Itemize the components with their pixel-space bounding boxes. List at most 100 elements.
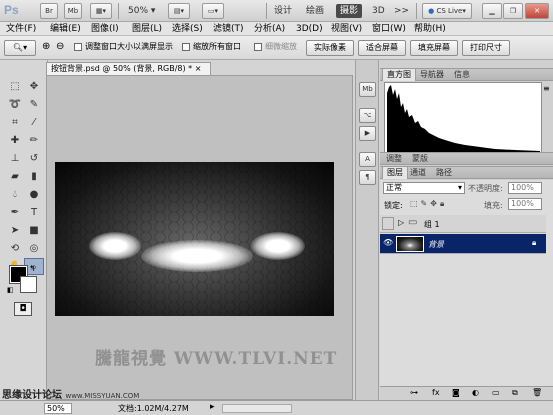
3d-rotate-tool-icon[interactable]: ⟲ xyxy=(5,240,25,257)
document-image[interactable] xyxy=(55,162,334,316)
restore-button[interactable]: ❐ xyxy=(503,3,523,19)
shape-tool-icon[interactable]: ■ xyxy=(24,222,44,239)
panel-menu-icon[interactable]: ≡ xyxy=(543,84,550,93)
tab-info[interactable]: 信息 xyxy=(450,69,474,81)
background-color-swatch[interactable] xyxy=(20,276,37,293)
arrange-documents-button[interactable]: ▤▾ xyxy=(168,3,190,19)
minimize-button[interactable]: ▁ xyxy=(482,3,502,19)
menu-edit[interactable]: 编辑(E) xyxy=(50,22,81,36)
zoom-icon: 🔍︎▾ xyxy=(12,43,28,52)
document-size: 文档:1.02M/4.27M xyxy=(118,404,189,413)
opacity-field[interactable]: 100% xyxy=(508,182,542,194)
lock-icon: 🔒︎ xyxy=(532,238,537,247)
menu-analysis[interactable]: 分析(A) xyxy=(254,22,285,36)
quick-select-tool-icon[interactable]: ✎ xyxy=(24,96,44,113)
scrubby-zoom-checkbox[interactable] xyxy=(254,43,262,51)
menu-image[interactable]: 图像(I) xyxy=(91,22,119,36)
workspace-painting[interactable]: 绘画 xyxy=(306,4,324,18)
type-tool-icon[interactable]: T xyxy=(24,204,44,221)
pen-tool-icon[interactable]: ✒ xyxy=(5,204,25,221)
tab-channels[interactable]: 通道 xyxy=(406,167,430,179)
move-tool-icon[interactable]: ✥ xyxy=(24,78,44,95)
clone-stamp-tool-icon[interactable]: ⊥ xyxy=(5,150,25,167)
visibility-toggle[interactable] xyxy=(382,217,394,230)
new-group-icon[interactable]: ▭ xyxy=(492,388,500,397)
layer-row[interactable]: ▷ ▭ 组 1 xyxy=(380,215,546,233)
cs-live-button[interactable]: ● CS Live▾ xyxy=(422,3,472,19)
bridge-button[interactable]: Br xyxy=(40,3,58,19)
new-layer-icon[interactable]: ⧉ xyxy=(512,388,518,398)
tab-histogram[interactable]: 直方图 xyxy=(382,69,416,81)
actual-pixels-button[interactable]: 实际像素 xyxy=(306,40,354,56)
brush-tool-icon[interactable]: ✏ xyxy=(24,132,44,149)
close-button[interactable]: ✕ xyxy=(525,3,549,19)
character-panel-icon[interactable]: A xyxy=(359,152,376,167)
workspace-3d[interactable]: 3D xyxy=(372,4,385,18)
healing-brush-tool-icon[interactable]: ✚ xyxy=(5,132,25,149)
default-colors-icon[interactable]: ◧ xyxy=(7,286,14,294)
menu-window[interactable]: 窗口(W) xyxy=(372,22,406,36)
zoom-out-icon[interactable]: ⊖ xyxy=(56,41,64,52)
menu-layer[interactable]: 图层(L) xyxy=(132,22,162,36)
tool-preset-picker[interactable]: 🔍︎▾ xyxy=(4,40,36,56)
menu-filter[interactable]: 滤镜(T) xyxy=(213,22,244,36)
lasso-tool-icon[interactable]: ➰ xyxy=(5,96,25,113)
history-panel-icon[interactable]: ⌥ xyxy=(359,108,376,123)
menu-3d[interactable]: 3D(D) xyxy=(296,22,323,36)
resize-windows-checkbox[interactable] xyxy=(74,43,82,51)
canvas-area[interactable]: 騰龍視覺 WWW.TLVI.NET xyxy=(46,75,353,400)
horizontal-scrollbar[interactable] xyxy=(222,404,292,413)
fill-screen-button[interactable]: 填充屏幕 xyxy=(410,40,458,56)
menu-file[interactable]: 文件(F) xyxy=(6,22,36,36)
menu-view[interactable]: 视图(V) xyxy=(331,22,362,36)
eyedropper-tool-icon[interactable]: ⁄ xyxy=(24,114,44,131)
fit-screen-button[interactable]: 适合屏幕 xyxy=(358,40,406,56)
menu-help[interactable]: 帮助(H) xyxy=(414,22,446,36)
actions-panel-icon[interactable]: ▶ xyxy=(359,126,376,141)
workspace-photography[interactable]: 摄影 xyxy=(336,4,363,18)
tab-layers[interactable]: 图层 xyxy=(382,167,408,179)
tab-masks[interactable]: 蒙版 xyxy=(408,153,432,165)
zoom-all-label: 缩放所有窗口 xyxy=(193,42,241,51)
gradient-tool-icon[interactable]: ▮ xyxy=(24,168,44,185)
path-selection-tool-icon[interactable]: ➤ xyxy=(5,222,25,239)
marquee-tool-icon[interactable]: ⬚ xyxy=(5,78,25,95)
workspace-design[interactable]: 设计 xyxy=(274,4,292,18)
zoom-level-dropdown[interactable]: 50% ▾ xyxy=(128,4,155,18)
view-extras-button[interactable]: ▦▾ xyxy=(90,3,112,19)
history-brush-tool-icon[interactable]: ↺ xyxy=(24,150,44,167)
menu-select[interactable]: 选择(S) xyxy=(172,22,203,36)
tab-adjustments[interactable]: 调整 xyxy=(382,153,406,165)
lock-icons[interactable]: ⬚✎✥🔒︎ xyxy=(410,199,447,209)
print-size-button[interactable]: 打印尺寸 xyxy=(462,40,510,56)
dodge-tool-icon[interactable]: ● xyxy=(24,186,44,203)
link-layers-icon[interactable]: ⊶ xyxy=(410,388,418,397)
eye-icon[interactable]: 👁︎ xyxy=(383,238,393,247)
zoom-in-icon[interactable]: ⊕ xyxy=(42,41,50,52)
swap-colors-icon[interactable]: ↰ xyxy=(29,264,36,273)
3d-orbit-tool-icon[interactable]: ◎ xyxy=(24,240,44,257)
blur-tool-icon[interactable]: 💧︎ xyxy=(5,186,25,203)
paragraph-panel-icon[interactable]: ¶ xyxy=(359,170,376,185)
eraser-tool-icon[interactable]: ▰ xyxy=(5,168,25,185)
zoom-field[interactable]: 50% xyxy=(44,403,72,414)
tab-navigator[interactable]: 导航器 xyxy=(416,69,448,81)
document-tab[interactable]: 按钮背景.psd @ 50% (背景, RGB/8) * × xyxy=(46,62,211,75)
trash-icon[interactable]: 🗑︎ xyxy=(532,388,542,397)
expand-arrow-icon[interactable]: ▷ xyxy=(398,218,404,227)
fill-field[interactable]: 100% xyxy=(508,198,542,210)
mini-bridge-button[interactable]: Mb xyxy=(64,3,82,19)
status-menu-arrow-icon[interactable]: ▸ xyxy=(210,402,215,412)
crop-tool-icon[interactable]: ⌗ xyxy=(5,114,25,131)
zoom-all-checkbox[interactable] xyxy=(182,43,190,51)
adjustment-layer-icon[interactable]: ◐ xyxy=(472,388,479,397)
mini-bridge-panel-icon[interactable]: Mb xyxy=(359,82,376,97)
screen-mode-button[interactable]: ▭▾ xyxy=(202,3,224,19)
quick-mask-icon[interactable]: ◘ xyxy=(14,302,32,316)
layer-mask-icon[interactable]: ◙ xyxy=(452,388,460,397)
layer-style-icon[interactable]: fx xyxy=(432,388,440,397)
tab-paths[interactable]: 路径 xyxy=(432,167,456,179)
layer-row-selected[interactable]: 👁︎ 背景 🔒︎ xyxy=(380,234,546,254)
more-workspaces-button[interactable]: >> xyxy=(394,4,409,18)
blend-mode-select[interactable]: 正常 ▾ xyxy=(383,182,465,194)
